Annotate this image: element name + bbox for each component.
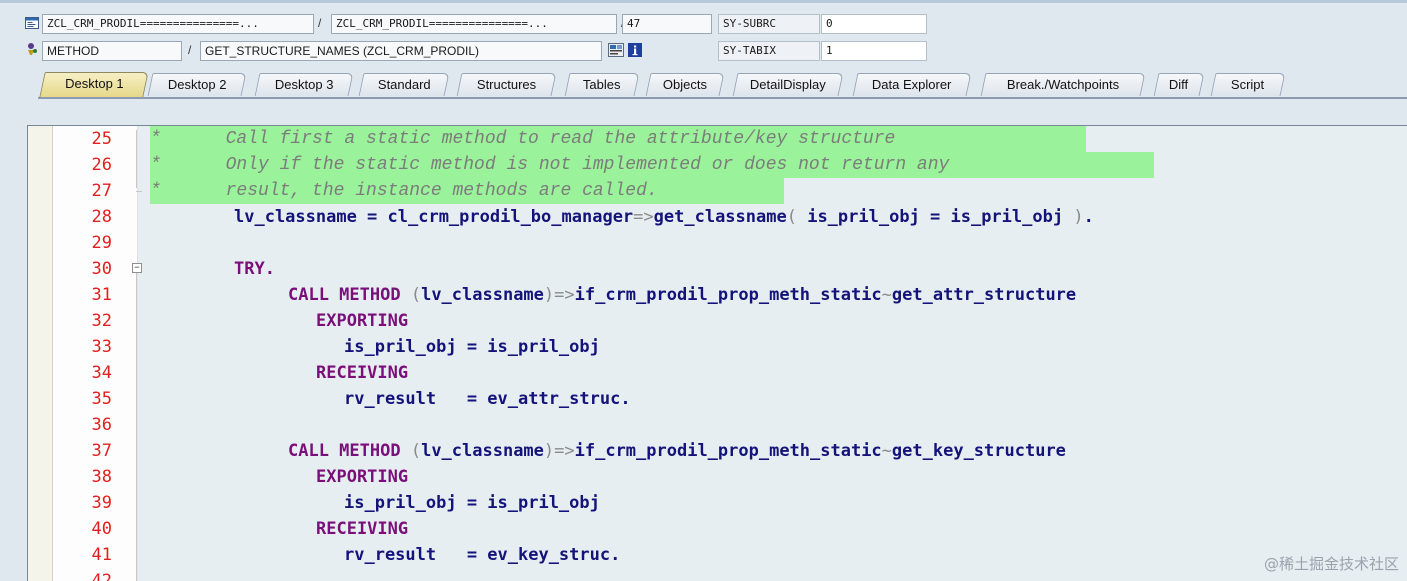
line-number: 40 [91, 519, 112, 539]
tab-structures[interactable]: Structures [456, 73, 557, 96]
code-text: is_pril_obj = is_pril_obj [344, 337, 600, 357]
tab-data-explorer[interactable]: Data Explorer [852, 73, 972, 96]
event-name-field[interactable]: GET_STRUCTURE_NAMES (ZCL_CRM_PRODIL) [200, 41, 602, 61]
line-number: 38 [91, 467, 112, 487]
line-number: 39 [91, 493, 112, 513]
line-number: 35 [91, 389, 112, 409]
code-comment: * Only if the static method is not imple… [150, 155, 950, 175]
tab-tables[interactable]: Tables [564, 73, 640, 96]
code-line: 35 rv_result = ev_attr_struc. [28, 386, 1407, 412]
code-text: RECEIVING [316, 519, 409, 539]
separator: / [318, 16, 322, 30]
code-line: 39 is_pril_obj = is_pril_obj [28, 490, 1407, 516]
code-text: RECEIVING [316, 363, 409, 383]
code-line: 40 RECEIVING [28, 516, 1407, 542]
code-line: 32 EXPORTING [28, 308, 1407, 334]
desktop-tab-strip: Desktop 1 Desktop 2 Desktop 3 Standard S… [0, 71, 1407, 98]
watermark: @稀土掘金技术社区 [1263, 555, 1399, 573]
sysvar-value-subrc[interactable]: 0 [821, 14, 927, 34]
code-text: lv_classname = cl_crm_prodil_bo_manager=… [234, 207, 1094, 227]
tab-desktop-2[interactable]: Desktop 2 [147, 73, 247, 96]
tab-label: Standard [377, 77, 431, 92]
tab-label: Structures [476, 77, 537, 92]
tab-label: Diff [1169, 77, 1189, 92]
tab-label: DetailDisplay [749, 77, 826, 92]
line-number: 29 [91, 233, 112, 253]
line-field[interactable]: 47 [622, 14, 712, 34]
tab-standard[interactable]: Standard [358, 73, 450, 96]
code-line: 30 − TRY. [28, 256, 1407, 282]
code-line: 25 * Call first a static method to read … [28, 126, 1407, 152]
tab-label: Break./Watchpoints [1006, 77, 1120, 92]
separator: / [188, 43, 192, 57]
code-line: 37 CALL METHOD (lv_classname)=>if_crm_pr… [28, 438, 1407, 464]
include-field[interactable]: ZCL_CRM_PRODIL===============... [331, 14, 617, 34]
line-number: 31 [91, 285, 112, 305]
tab-label: Desktop 1 [64, 76, 124, 91]
tab-label: Data Explorer [872, 77, 952, 92]
code-line: 41 rv_result = ev_key_struc. [28, 542, 1407, 568]
code-line: 31 CALL METHOD (lv_classname)=>if_crm_pr… [28, 282, 1407, 308]
program-field[interactable]: ZCL_CRM_PRODIL===============... [42, 14, 314, 34]
line-number: 25 [91, 129, 112, 149]
tab-break-watchpoints[interactable]: Break./Watchpoints [980, 73, 1146, 96]
debugger-header-row-1: ZCL_CRM_PRODIL===============... / ZCL_C… [0, 13, 1407, 35]
tab-strip-baseline [38, 97, 1407, 99]
sysvar-name-subrc: SY-SUBRC [718, 14, 820, 34]
line-number: 30 [91, 259, 112, 279]
program-icon [25, 16, 39, 30]
tab-objects[interactable]: Objects [645, 73, 725, 96]
line-number: 27 [91, 181, 112, 201]
code-line: 28 lv_classname = cl_crm_prodil_bo_manag… [28, 204, 1407, 230]
info-icon[interactable] [628, 43, 642, 57]
event-type-field[interactable]: METHOD [42, 41, 182, 61]
code-text: EXPORTING [316, 311, 409, 331]
code-text: rv_result = ev_key_struc. [344, 545, 621, 565]
code-line: 27 * result, the instance methods are ca… [28, 178, 1407, 204]
tab-diff[interactable]: Diff [1153, 73, 1205, 96]
navigate-icon[interactable] [608, 43, 624, 57]
sysvar-name-tabix: SY-TABIX [718, 41, 820, 61]
fold-end-marker [136, 191, 142, 192]
code-line: 29 [28, 230, 1407, 256]
line-number: 42 [91, 571, 112, 581]
tab-label: Desktop 3 [274, 77, 334, 92]
line-number: 32 [91, 311, 112, 331]
code-line: 42 [28, 568, 1407, 581]
code-line: 36 [28, 412, 1407, 438]
code-line: 26 * Only if the static method is not im… [28, 152, 1407, 178]
line-number: 37 [91, 441, 112, 461]
fold-minus-icon[interactable]: − [132, 263, 142, 273]
code-text: rv_result = ev_attr_struc. [344, 389, 631, 409]
code-text: CALL METHOD (lv_classname)=>if_crm_prodi… [288, 285, 1077, 305]
tab-label: Desktop 2 [167, 77, 227, 92]
code-line: 38 EXPORTING [28, 464, 1407, 490]
source-code-editor[interactable]: 25 * Call first a static method to read … [27, 125, 1407, 581]
code-line: 34 RECEIVING [28, 360, 1407, 386]
tab-desktop-1[interactable]: Desktop 1 [39, 72, 149, 97]
code-line: 33 is_pril_obj = is_pril_obj [28, 334, 1407, 360]
line-number: 33 [91, 337, 112, 357]
window-top-border [0, 0, 1407, 3]
code-comment: * Call first a static method to read the… [150, 129, 896, 149]
tab-script[interactable]: Script [1210, 73, 1286, 96]
code-text: TRY. [234, 259, 275, 279]
code-text: EXPORTING [316, 467, 409, 487]
method-icon [25, 42, 39, 56]
line-number: 34 [91, 363, 112, 383]
debugger-header-row-2: METHOD / GET_STRUCTURE_NAMES (ZCL_CRM_PR… [0, 40, 1407, 62]
tab-label: Objects [662, 77, 707, 92]
tab-desktop-3[interactable]: Desktop 3 [254, 73, 354, 96]
tab-label: Tables [583, 77, 621, 92]
code-comment: * result, the instance methods are calle… [150, 181, 658, 201]
tab-detaildisplay[interactable]: DetailDisplay [732, 73, 844, 96]
sysvar-value-tabix[interactable]: 1 [821, 41, 927, 61]
code-text: CALL METHOD (lv_classname)=>if_crm_prodi… [288, 441, 1066, 461]
code-text: is_pril_obj = is_pril_obj [344, 493, 600, 513]
line-number: 26 [91, 155, 112, 175]
line-number: 28 [91, 207, 112, 227]
line-number: 36 [91, 415, 112, 435]
tab-label: Script [1231, 77, 1265, 92]
line-number: 41 [91, 545, 112, 565]
